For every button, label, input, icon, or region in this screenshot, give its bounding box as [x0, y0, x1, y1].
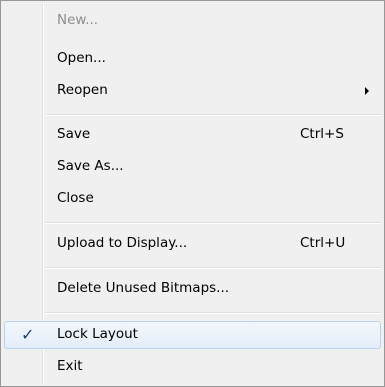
- menu-item-upload-to-display[interactable]: Upload to Display... Ctrl+U: [4, 230, 381, 258]
- menu-item-upload-shortcut: Ctrl+U: [300, 235, 346, 251]
- file-menu: New... Open... Reopen Save Ctrl+S Save A…: [0, 0, 385, 387]
- menu-item-reopen[interactable]: Reopen: [4, 77, 381, 105]
- menu-item-save[interactable]: Save Ctrl+S: [4, 121, 381, 149]
- menu-item-new-label: New...: [57, 12, 99, 28]
- menu-item-upload-label: Upload to Display...: [57, 235, 188, 251]
- menu-item-save-label: Save: [57, 126, 91, 142]
- menu-item-exit-label: Exit: [57, 358, 83, 374]
- menu-separator: [45, 312, 381, 314]
- menu-item-exit[interactable]: Exit: [4, 353, 381, 381]
- menu-item-save-shortcut: Ctrl+S: [300, 126, 344, 142]
- menu-item-new: New...: [4, 7, 381, 35]
- menu-item-close[interactable]: Close: [4, 185, 381, 213]
- menu-item-reopen-label: Reopen: [57, 82, 108, 98]
- menu-item-lock-layout-label: Lock Layout: [57, 326, 138, 342]
- menu-item-open[interactable]: Open...: [4, 45, 381, 73]
- checkmark-icon: ✓: [21, 325, 35, 344]
- menu-item-lock-layout[interactable]: ✓ Lock Layout: [4, 321, 381, 349]
- menu-separator: [45, 114, 381, 116]
- menu-separator: [45, 222, 381, 224]
- menu-item-delete-bitmaps-label: Delete Unused Bitmaps...: [57, 280, 230, 296]
- menu-item-save-as[interactable]: Save As...: [4, 153, 381, 181]
- chevron-right-icon: [365, 87, 369, 95]
- menu-item-open-label: Open...: [57, 50, 106, 66]
- menu-item-delete-unused-bitmaps[interactable]: Delete Unused Bitmaps...: [4, 275, 381, 303]
- menu-item-close-label: Close: [57, 190, 94, 206]
- menu-separator: [45, 267, 381, 269]
- menu-item-save-as-label: Save As...: [57, 158, 124, 174]
